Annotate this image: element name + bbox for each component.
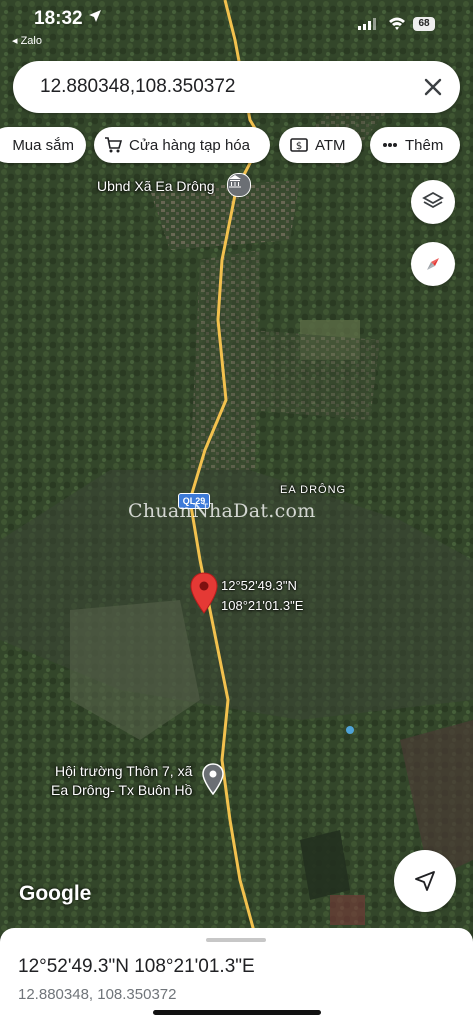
government-building-icon[interactable] [227,173,251,197]
navigation-arrow-icon [415,871,435,891]
pin-coordinate-label: 12°52'49.3"N 108°21'01.3"E [221,576,303,616]
place-marker-icon[interactable] [202,763,224,795]
status-bar: 18:32 ◂ Zalo 68 [0,0,473,50]
shopping-cart-icon [104,136,122,154]
compass-icon [427,258,439,270]
place-label-line2: Ea Drông- Tx Buôn Hồ [51,782,193,798]
bottom-sheet[interactable]: 12°52'49.3"N 108°21'01.3"E 12.880348, 10… [0,928,473,1024]
area-label: EA DRÔNG [280,484,347,496]
home-indicator [153,1010,321,1015]
chip-atm[interactable]: $ ATM [279,127,362,163]
battery-indicator: 68 [413,17,435,31]
poi-dot [346,726,354,734]
close-icon[interactable] [420,74,446,100]
chip-grocery[interactable]: Cửa hàng tạp hóa [94,127,270,163]
signal-icon [358,18,376,30]
layers-icon [422,191,444,209]
place-label-hoi-truong[interactable]: Hội trường Thôn 7, xã Ea Drông- Tx Buôn … [51,762,192,800]
place-label-line1: Hội trường Thôn 7, xã [55,763,193,779]
chip-label: Cửa hàng tạp hóa [129,136,250,154]
coordinates-decimal: 12.880348, 108.350372 [18,986,177,1003]
chip-label: Mua sắm [12,136,74,154]
status-time: 18:32 [34,8,83,29]
pin-longitude: 108°21'01.3"E [221,598,304,613]
chip-label: ATM [315,136,346,154]
place-label-ubnd[interactable]: Ubnd Xã Ea Drông [97,178,215,194]
back-to-app[interactable]: ◂ Zalo [12,34,42,47]
my-location-button[interactable] [394,850,456,912]
google-attribution: Google [19,882,92,905]
atm-icon: $ [290,137,308,153]
wifi-icon [389,17,405,30]
compass-button[interactable] [411,242,455,286]
more-dots-icon [382,142,398,148]
pin-latitude: 12°52'49.3"N [221,578,297,593]
svg-text:$: $ [296,141,302,152]
chip-shopping[interactable]: Mua sắm [0,127,86,163]
layers-button[interactable] [411,180,455,224]
sheet-drag-handle[interactable] [206,938,266,942]
location-pin-icon[interactable] [190,572,218,614]
search-query[interactable]: 12.880348,108.350372 [40,76,235,98]
location-arrow-icon [89,10,101,22]
search-bar[interactable]: 12.880348,108.350372 [13,61,460,113]
coordinates-dms: 12°52'49.3"N 108°21'01.3"E [18,956,255,977]
chip-label: Thêm [405,136,444,154]
chip-more[interactable]: Thêm [370,127,460,163]
watermark: ChuanNhaDat.com [128,500,316,522]
